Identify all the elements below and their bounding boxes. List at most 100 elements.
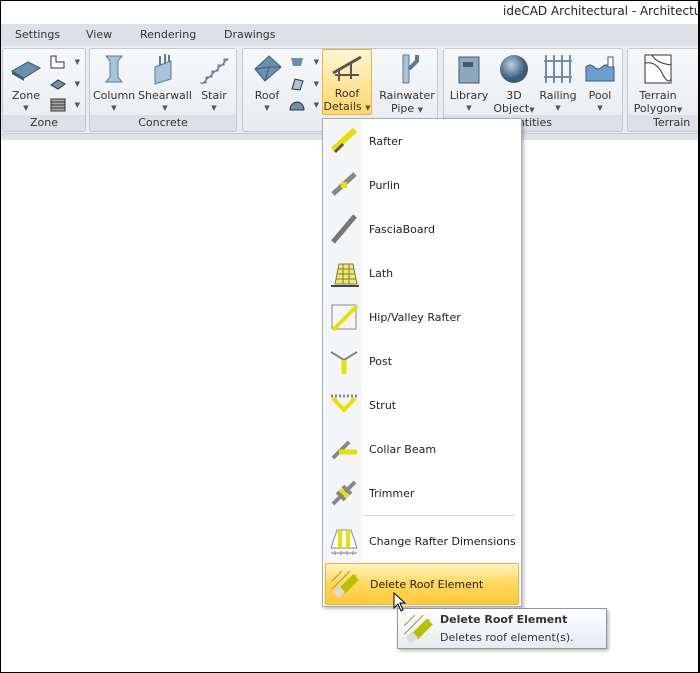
column-label: Column (93, 89, 136, 102)
menu-item-strut[interactable]: Strut (325, 384, 519, 426)
menu-item-lath[interactable]: Lath (325, 252, 519, 294)
group-terrain: Terrain Polygon▼ Terrain (627, 48, 700, 132)
roof-label: Roof (254, 89, 280, 102)
tooltip-title: Delete Roof Element (440, 613, 568, 626)
roof-icon (254, 55, 282, 82)
tab-drawings[interactable]: Drawings (224, 28, 275, 41)
dormer-icon (291, 58, 303, 66)
group-label: Concrete (90, 115, 236, 131)
menu-item-purlin[interactable]: Purlin (325, 164, 519, 206)
roof-details-button[interactable]: Roof Details ▼ (322, 49, 372, 115)
roof-details-menu: Rafter Purlin FasciaBoard Lath Hip/Valle… (322, 118, 522, 607)
sphere-icon (500, 55, 528, 83)
pool-label: Pool (588, 89, 612, 102)
rafter-icon (330, 127, 358, 154)
zone-button[interactable]: Zone ▼ (9, 53, 43, 115)
railing-icon (544, 55, 572, 83)
column-button[interactable]: Column ▼ (93, 53, 135, 115)
3d-object-label-1: 3D (506, 89, 522, 102)
hatch-icon (50, 98, 66, 112)
menu-item-label: Change Rafter Dimensions (369, 534, 516, 548)
menu-item-label: Rafter (369, 134, 403, 148)
menu-item-label: Strut (369, 398, 397, 412)
railing-label: Railing (539, 89, 577, 102)
roof-window-icon (291, 78, 304, 91)
collar-beam-icon (331, 440, 357, 460)
zone-label: Zone (11, 89, 40, 102)
eraser-icon (403, 614, 433, 644)
rainwater-label-2: Pipe (390, 102, 415, 115)
menu-item-rafter[interactable]: Rafter (325, 120, 519, 162)
strut-icon (331, 394, 357, 413)
menu-item-delete-roof-element[interactable]: Delete Roof Element (325, 563, 519, 605)
shearwall-button[interactable]: Shearwall ▼ (138, 53, 192, 115)
tab-view[interactable]: View (86, 28, 112, 41)
purlin-icon (331, 172, 357, 196)
menu-item-hip-valley-rafter[interactable]: Hip/Valley Rafter (325, 296, 519, 338)
menu-item-label: Post (369, 354, 393, 368)
menu-item-change-rafter-dimensions[interactable]: Change Rafter Dimensions (325, 520, 519, 562)
menu-item-label: Collar Beam (369, 442, 437, 456)
group-concrete: Column ▼ Shearwall ▼ Stair ▼ Concrete (89, 48, 237, 132)
shearwall-icon (154, 54, 172, 85)
terrain-polygon-button[interactable]: Terrain Polygon▼ (630, 53, 686, 117)
menu-item-label: Hip/Valley Rafter (369, 310, 461, 324)
trimmer-icon (331, 480, 357, 506)
3d-object-button[interactable]: 3D Object▼ (492, 53, 536, 117)
lath-icon (331, 263, 359, 287)
railing-button[interactable]: Railing ▼ (538, 53, 578, 115)
tab-settings[interactable]: Settings (15, 28, 60, 41)
dome-icon (289, 101, 305, 111)
rainwater-pipe-icon (402, 54, 419, 84)
change-rafter-dimensions-icon (330, 529, 358, 555)
menu-item-label: Lath (369, 266, 394, 280)
tag-icon (50, 79, 66, 90)
library-button[interactable]: Library ▼ (448, 53, 490, 115)
mouse-cursor-icon (393, 592, 407, 612)
roof-details-label-2: Details (323, 100, 362, 113)
hip-valley-rafter-icon (331, 304, 359, 332)
stair-label: Stair (201, 89, 227, 102)
rainwater-pipe-button[interactable]: Rainwater Pipe ▼ (379, 53, 435, 117)
zone-hatch-button[interactable]: ▼ (50, 98, 80, 116)
3d-object-label-2: Object (493, 102, 530, 115)
stair-button[interactable]: Stair ▼ (196, 53, 232, 115)
outline-icon (50, 55, 65, 69)
roof-details-label-1: Roof (334, 87, 360, 100)
library-label: Library (449, 89, 489, 102)
roof-details-icon (332, 55, 362, 81)
tab-rendering[interactable]: Rendering (140, 28, 196, 41)
tooltip-description: Deletes roof element(s). (440, 631, 574, 644)
roof-sub-button-1[interactable]: ▼ (289, 55, 319, 73)
shearwall-label: Shearwall (138, 89, 192, 102)
pool-icon (585, 56, 615, 82)
tooltip: Delete Roof Element Deletes roof element… (397, 608, 607, 649)
fasciaboard-icon (331, 214, 357, 244)
roof-sub-button-3[interactable]: ▼ (289, 98, 319, 116)
menu-item-collar-beam[interactable]: Collar Beam (325, 428, 519, 470)
menu-item-label: Delete Roof Element (370, 577, 484, 591)
group-zone: Zone ▼ ▼ ▼ ▼ Zone (2, 48, 86, 132)
menu-item-label: FasciaBoard (369, 222, 435, 236)
stair-icon (200, 58, 230, 85)
library-icon (458, 56, 480, 84)
zone-outline-button[interactable]: ▼ (50, 55, 80, 73)
eraser-icon (331, 570, 359, 598)
menu-item-trimmer[interactable]: Trimmer (325, 472, 519, 514)
terrain-label-2: Polygon (633, 102, 677, 115)
menu-item-label: Trimmer (369, 486, 415, 500)
post-icon (330, 351, 358, 374)
terrain-label-1: Terrain (639, 89, 677, 102)
column-icon (104, 55, 124, 83)
menu-item-post[interactable]: Post (325, 340, 519, 382)
roof-sub-button-2[interactable]: ▼ (289, 77, 319, 95)
menu-item-label: Purlin (369, 178, 401, 192)
zone-tag-button[interactable]: ▼ (50, 77, 80, 95)
ribbon-tabs: Settings View Rendering Drawings (0, 24, 700, 46)
group-label: Terrain (628, 115, 700, 131)
zone-icon (10, 61, 42, 81)
roof-button[interactable]: Roof ▼ (249, 53, 285, 115)
menu-item-fasciaboard[interactable]: FasciaBoard (325, 208, 519, 250)
window-title: ideCAD Architectural - Architectural T (503, 4, 700, 18)
pool-button[interactable]: Pool ▼ (582, 53, 618, 115)
